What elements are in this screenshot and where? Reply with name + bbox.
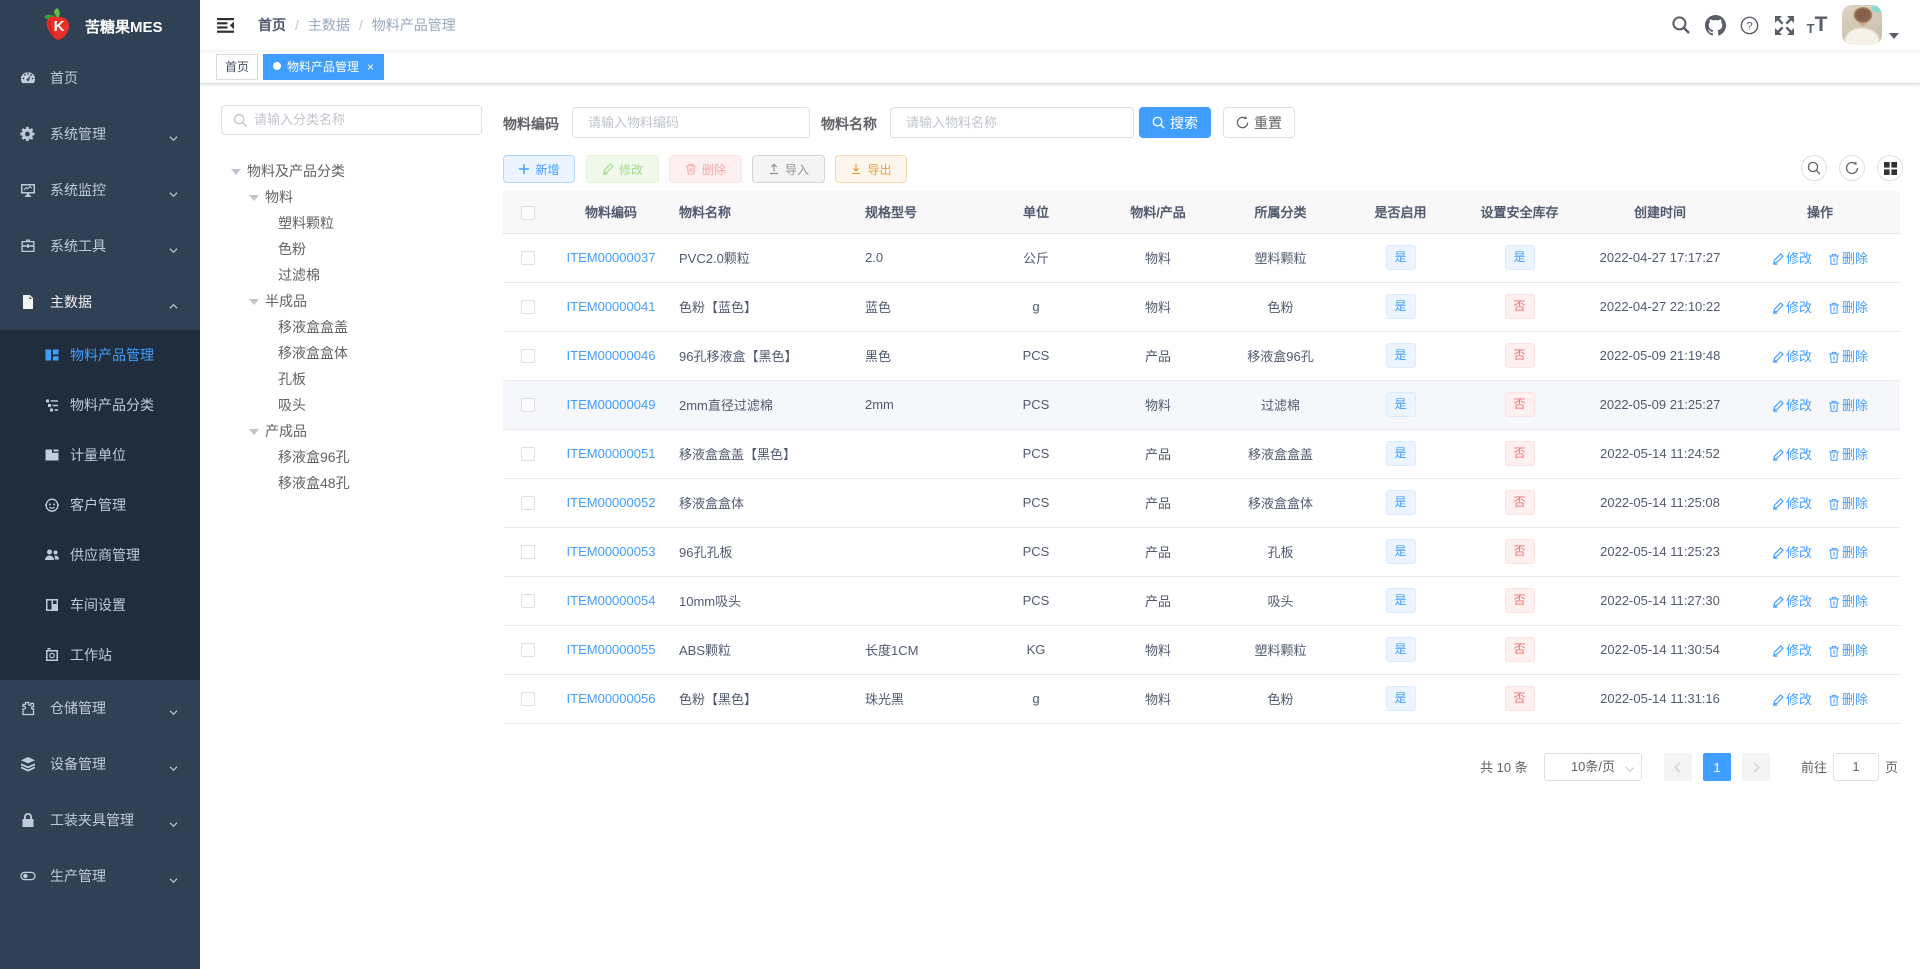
svg-text:K: K bbox=[54, 18, 65, 35]
svg-text:?: ? bbox=[1746, 20, 1752, 32]
